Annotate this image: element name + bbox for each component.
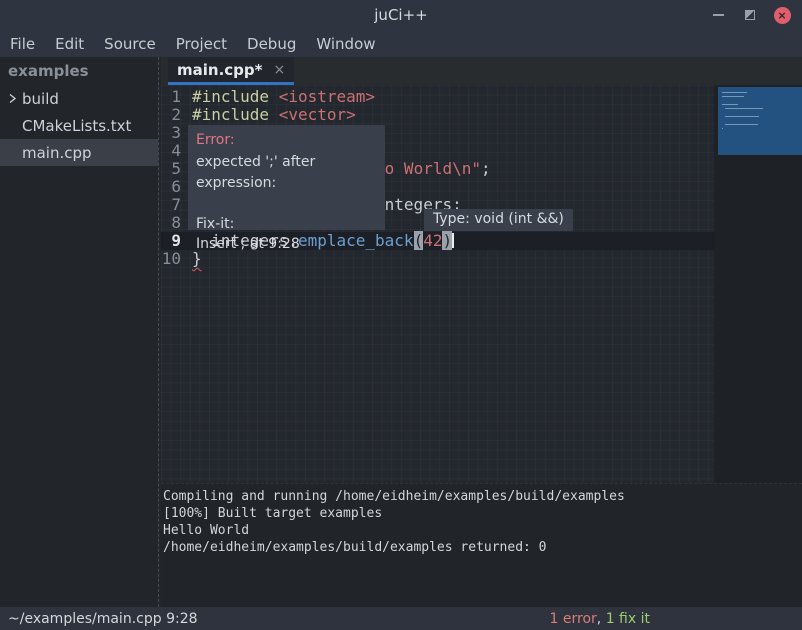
menu-item-file[interactable]: File	[0, 30, 45, 57]
restore-button[interactable]	[738, 3, 762, 27]
code-line-1[interactable]: 1#include <iostream>	[161, 88, 714, 106]
line-number: 5	[161, 160, 188, 178]
code-text: #include <vector>	[192, 106, 356, 124]
build-output-console[interactable]: Compiling and running /home/eidheim/exam…	[161, 483, 802, 607]
restore-icon	[745, 10, 755, 20]
tab-label: main.cpp*	[177, 61, 262, 79]
tab-close-icon[interactable]: ×	[273, 63, 285, 77]
tree-item-cmakelists-txt[interactable]: CMakeLists.txt	[0, 112, 158, 139]
text-cursor	[452, 233, 454, 248]
error-count: 1 error	[550, 611, 597, 627]
type-tooltip: Type: void (int &&)	[424, 209, 573, 231]
fixit-count: 1 fix it	[606, 611, 650, 627]
code-line-2[interactable]: 2#include <vector>	[161, 106, 714, 124]
menu-item-window[interactable]: Window	[306, 30, 385, 57]
minimap-viewport[interactable]	[718, 87, 802, 155]
tree-item-label: CMakeLists.txt	[22, 117, 131, 135]
minimap-code-line	[722, 104, 738, 105]
fixit-message: Insert ; at 9:28	[196, 234, 377, 254]
tree-item-main-cpp[interactable]: main.cpp	[0, 139, 158, 166]
close-icon: ×	[774, 7, 791, 24]
window-controls: ×	[706, 0, 794, 30]
line-number: 3	[161, 124, 188, 142]
minimap[interactable]	[714, 85, 802, 483]
console-line: Compiling and running /home/eidheim/exam…	[163, 488, 802, 505]
minimap-code-line	[722, 96, 744, 97]
tree-item-label: main.cpp	[22, 144, 92, 162]
console-line: [100%] Built target examples	[163, 505, 802, 522]
line-number: 9	[161, 232, 188, 250]
tree-item-build[interactable]: build	[0, 85, 158, 112]
menu-item-edit[interactable]: Edit	[45, 30, 94, 57]
line-number: 10	[161, 250, 188, 268]
menubar: FileEditSourceProjectDebugWindow	[0, 30, 802, 57]
fixit-title: Fix-it:	[196, 214, 377, 234]
diagnostic-tooltip: Error: expected ';' after expression: Fi…	[188, 125, 385, 230]
diagnostics-summary: 1 error, 1 fix it	[550, 611, 650, 627]
line-number: 8	[161, 214, 188, 232]
tabbar: main.cpp* ×	[161, 57, 802, 85]
titlebar[interactable]: juCi++ ×	[0, 0, 802, 30]
minimap-code-line	[725, 124, 758, 125]
code-text: #include <iostream>	[192, 88, 375, 106]
minimap-code-line	[722, 128, 723, 129]
console-line: Hello World	[163, 522, 802, 539]
console-line: /home/eidheim/examples/build/examples re…	[163, 539, 802, 556]
line-number: 4	[161, 142, 188, 160]
menu-item-source[interactable]: Source	[94, 30, 166, 57]
error-title: Error:	[196, 130, 377, 151]
statusbar: ~/examples/main.cpp 9:28 1 error, 1 fix …	[0, 607, 802, 630]
minimap-code-line	[725, 108, 763, 109]
line-number: 6	[161, 178, 188, 196]
minimap-code-line	[722, 92, 747, 93]
diag-separator: ,	[597, 611, 606, 627]
minimize-icon	[713, 14, 724, 16]
error-message: expected ';' after expression:	[196, 152, 377, 194]
line-number: 7	[161, 196, 188, 214]
menu-item-project[interactable]: Project	[166, 30, 237, 57]
window-title: juCi++	[374, 6, 427, 24]
line-number: 2	[161, 106, 188, 124]
close-button[interactable]: ×	[770, 3, 794, 27]
line-number: 1	[161, 88, 188, 106]
file-location: ~/examples/main.cpp 9:28	[0, 611, 198, 627]
project-name-header: examples	[0, 57, 158, 85]
menu-item-debug[interactable]: Debug	[237, 30, 306, 57]
tab-main-cpp[interactable]: main.cpp* ×	[168, 57, 294, 85]
file-tree-sidebar: examples build CMakeLists.txt main.cpp	[0, 57, 158, 607]
minimap-code-line	[725, 116, 759, 117]
chevron-right-icon[interactable]	[8, 93, 22, 104]
tree-item-label: build	[22, 90, 59, 108]
app-window: juCi++ × FileEditSourceProjectDebugWindo…	[0, 0, 802, 630]
minimize-button[interactable]	[706, 3, 730, 27]
